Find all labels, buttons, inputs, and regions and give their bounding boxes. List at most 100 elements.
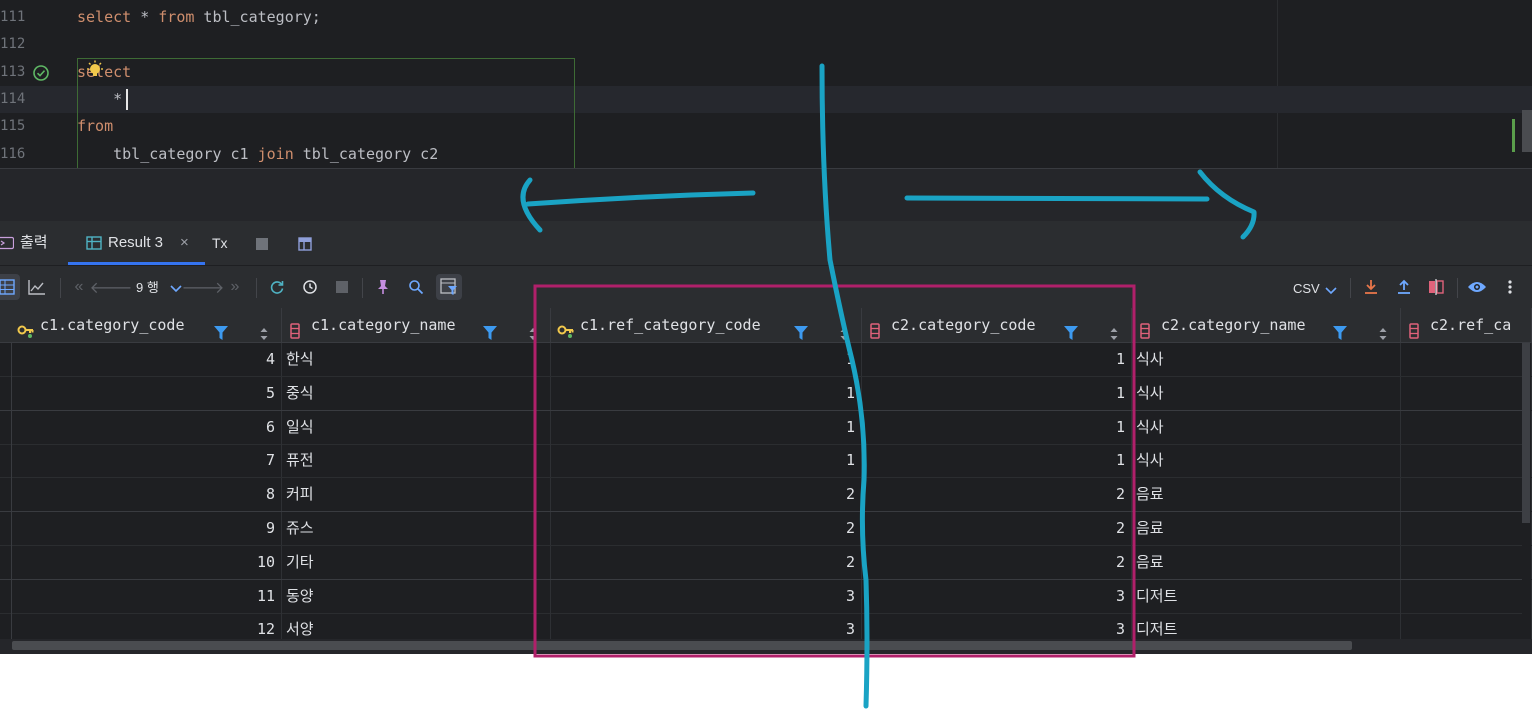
pin-tab-button[interactable] — [370, 274, 396, 300]
table-cell[interactable]: 식사 — [1132, 343, 1401, 376]
results-grid[interactable]: c1.category_code c1.category_name c1.ref_c… — [0, 308, 1532, 654]
next-page-button[interactable]: 🡒 — [182, 274, 225, 300]
more-options-button[interactable] — [1497, 274, 1523, 300]
table-cell[interactable]: 쥬스 — [282, 512, 551, 545]
table-cell[interactable]: 2 — [551, 545, 862, 579]
table-cell[interactable]: 한식 — [282, 343, 551, 376]
previous-page-button[interactable]: 🡐 — [90, 274, 133, 300]
table-cell[interactable]: 2 — [551, 478, 862, 512]
editor-scrollbar[interactable] — [1522, 110, 1532, 152]
table-cell[interactable] — [1401, 545, 1532, 579]
table-cell[interactable] — [1401, 376, 1532, 410]
table-row[interactable]: 6 일식 1 1 식사 — [0, 410, 1532, 445]
table-cell[interactable]: 음료 — [1132, 545, 1401, 579]
table-cell[interactable]: 7 — [11, 444, 282, 478]
table-cell[interactable]: 2 — [862, 545, 1132, 579]
table-cell[interactable]: 6 — [11, 410, 282, 444]
stop-query-button[interactable] — [329, 274, 355, 300]
table-cell[interactable]: 1 — [551, 376, 862, 410]
close-tab-icon[interactable]: × — [180, 221, 189, 265]
transaction-mode-button[interactable]: Tx — [212, 221, 228, 265]
table-cell[interactable]: 1 — [862, 444, 1132, 478]
grid-vertical-scrollbar[interactable] — [1522, 343, 1530, 523]
table-cell[interactable]: 동양 — [282, 579, 551, 613]
filter-icon[interactable] — [794, 318, 808, 343]
column-header[interactable]: c1.ref_category_code — [551, 308, 862, 343]
stop-icon[interactable] — [255, 237, 269, 251]
table-cell[interactable] — [1401, 444, 1532, 478]
table-cell[interactable]: 3 — [862, 579, 1132, 613]
chart-view-button[interactable] — [24, 274, 50, 300]
last-page-button[interactable]: » — [222, 274, 248, 300]
sort-icon[interactable] — [1110, 318, 1118, 343]
table-cell[interactable]: 4 — [11, 343, 282, 376]
grid-horizontal-scrollbar[interactable] — [12, 641, 1352, 650]
table-row[interactable]: 11 동양 3 3 디저트 — [0, 579, 1532, 614]
table-cell[interactable]: 1 — [551, 410, 862, 444]
table-cell[interactable]: 9 — [11, 512, 282, 545]
row-count-selector[interactable]: 9 행 — [136, 266, 159, 310]
table-cell[interactable]: 디저트 — [1132, 579, 1401, 613]
table-row[interactable]: 10 기타 2 2 음료 — [0, 545, 1532, 580]
column-header[interactable]: c1.category_name — [282, 308, 551, 343]
table-row[interactable]: 7 퓨전 1 1 식사 — [0, 444, 1532, 479]
column-header[interactable]: c2.ref_ca — [1401, 308, 1532, 343]
table-cell[interactable]: 11 — [11, 579, 282, 613]
sort-icon[interactable] — [529, 318, 537, 343]
table-cell[interactable] — [1401, 343, 1532, 376]
table-row[interactable]: 9 쥬스 2 2 음료 — [0, 512, 1532, 546]
table-cell[interactable]: 2 — [551, 512, 862, 545]
intention-bulb-icon[interactable] — [85, 60, 105, 80]
table-cell[interactable]: 퓨전 — [282, 444, 551, 478]
table-cell[interactable]: 1 — [862, 410, 1132, 444]
table-cell[interactable]: 일식 — [282, 410, 551, 444]
table-cell[interactable]: 5 — [11, 376, 282, 410]
table-cell[interactable]: 식사 — [1132, 376, 1401, 410]
table-cell[interactable] — [1401, 579, 1532, 613]
filter-icon[interactable] — [483, 318, 497, 343]
table-cell[interactable]: 중식 — [282, 376, 551, 410]
export-format-selector[interactable]: CSV — [1293, 266, 1320, 312]
table-cell[interactable]: 10 — [11, 545, 282, 579]
filter-icon[interactable] — [1064, 318, 1078, 343]
table-cell[interactable]: 1 — [862, 343, 1132, 376]
compare-button[interactable] — [1423, 274, 1449, 300]
sort-icon[interactable] — [1379, 318, 1387, 343]
table-cell[interactable]: 커피 — [282, 478, 551, 512]
view-button[interactable] — [1464, 274, 1490, 300]
sort-icon[interactable] — [840, 318, 848, 343]
table-cell[interactable]: 식사 — [1132, 410, 1401, 444]
table-cell[interactable]: 음료 — [1132, 478, 1401, 512]
table-cell[interactable]: 음료 — [1132, 512, 1401, 545]
panel-splitter[interactable] — [0, 168, 1532, 221]
table-cell[interactable] — [1401, 410, 1532, 444]
table-view-button[interactable] — [0, 274, 20, 300]
layout-icon[interactable] — [298, 237, 312, 251]
table-cell[interactable]: 2 — [862, 478, 1132, 512]
column-header[interactable]: c2.category_name — [1132, 308, 1401, 343]
table-row[interactable]: 8 커피 2 2 음료 — [0, 478, 1532, 513]
table-cell[interactable]: 1 — [551, 343, 862, 376]
search-button[interactable] — [403, 274, 429, 300]
tab-result[interactable]: Result 3 — [86, 221, 163, 265]
code-line[interactable]: 111 select * from tbl_category; — [0, 4, 1532, 31]
filter-toggle-button[interactable] — [436, 274, 462, 300]
refresh-button[interactable] — [264, 274, 290, 300]
first-page-button[interactable]: « — [66, 274, 92, 300]
column-header[interactable]: c1.category_code — [11, 308, 282, 343]
history-button[interactable] — [297, 274, 323, 300]
table-cell[interactable] — [1401, 478, 1532, 512]
import-button[interactable] — [1391, 274, 1417, 300]
table-cell[interactable]: 8 — [11, 478, 282, 512]
column-header[interactable]: c2.category_code — [862, 308, 1132, 343]
sql-editor[interactable]: 111 select * from tbl_category; 112 113 sele… — [0, 0, 1532, 168]
table-cell[interactable]: 3 — [551, 579, 862, 613]
filter-icon[interactable] — [214, 318, 228, 343]
table-cell[interactable]: 1 — [551, 444, 862, 478]
table-cell[interactable]: 기타 — [282, 545, 551, 579]
tab-output[interactable]: 출력 — [0, 221, 48, 265]
sort-icon[interactable] — [260, 318, 268, 343]
table-row[interactable]: 4 한식 1 1 식사 — [0, 343, 1532, 377]
table-cell[interactable]: 식사 — [1132, 444, 1401, 478]
export-button[interactable] — [1358, 274, 1384, 300]
